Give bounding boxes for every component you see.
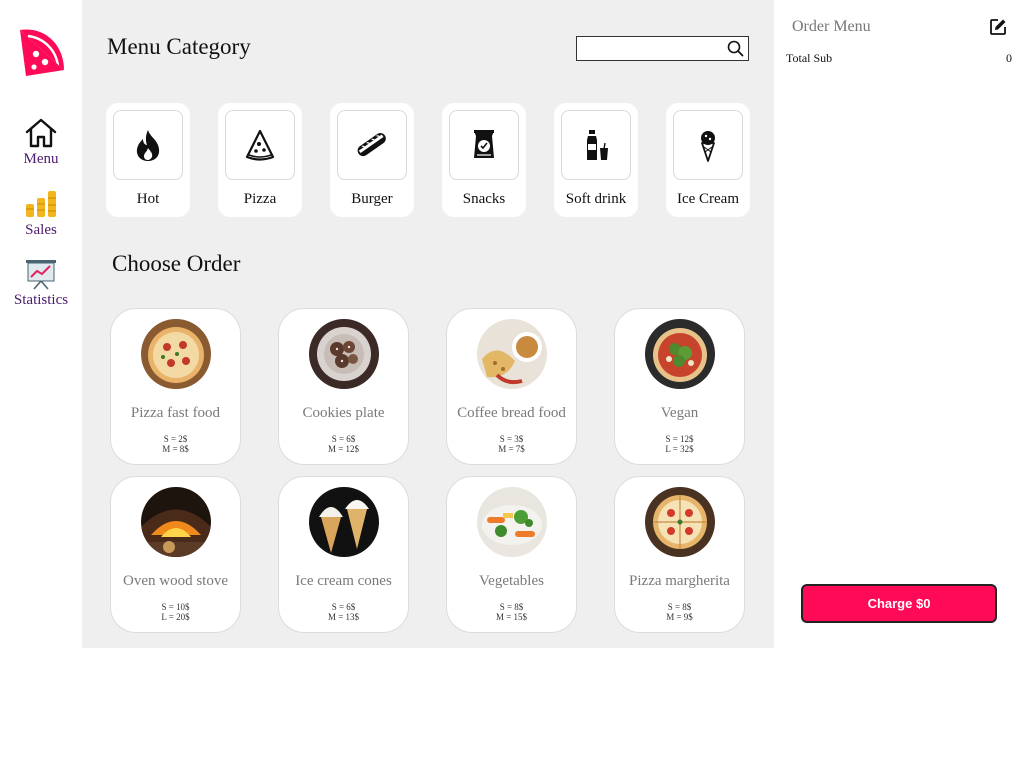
food-card[interactable]: Cookies plate S = 6$ M = 12$: [278, 308, 409, 465]
category-icon-box: [113, 110, 183, 180]
category-pizza[interactable]: Pizza: [218, 103, 302, 217]
flame-icon: [136, 130, 160, 161]
category-ice-cream[interactable]: Ice Cream: [666, 103, 750, 217]
food-name: Oven wood stove: [123, 573, 228, 589]
total-sub-label: Total Sub: [786, 51, 833, 65]
presentation-chart-icon: [24, 258, 58, 290]
food-price: S = 2$ M = 8$: [111, 434, 240, 454]
vegan-pizza-photo: [645, 319, 715, 389]
food-card[interactable]: Vegan S = 12$ L = 32$: [614, 308, 745, 465]
choose-order-title: Choose Order: [112, 251, 241, 276]
main-panel: Menu Category Hot Pizza Burger Snacks So…: [82, 0, 774, 648]
food-price: S = 6$ M = 12$: [279, 434, 408, 454]
category-snacks[interactable]: Snacks: [442, 103, 526, 217]
food-card[interactable]: Oven wood stove S = 10$ L = 20$: [110, 476, 241, 633]
bottle-cup-icon: [587, 130, 608, 160]
food-name: Vegetables: [479, 573, 544, 589]
price-small: S = 12$: [665, 434, 694, 444]
coffee-bread-photo: [477, 319, 547, 389]
category-burger[interactable]: Burger: [330, 103, 414, 217]
nav-item-label: Statistics: [13, 292, 69, 308]
food-name: Pizza fast food: [130, 405, 221, 421]
price-small: S = 6$: [331, 602, 356, 612]
price-large: M = 13$: [327, 612, 360, 622]
price-large: L = 20$: [161, 612, 190, 622]
edit-icon[interactable]: [989, 18, 1007, 36]
food-card[interactable]: Pizza margherita S = 8$ M = 9$: [614, 476, 745, 633]
food-name: Pizza margherita: [629, 573, 730, 589]
price-large: M = 7$: [498, 444, 525, 454]
ice-cream-cones-photo: [309, 487, 379, 557]
category-icon-box: [673, 110, 743, 180]
pizza-slice-icon: [245, 129, 275, 161]
category-icon-box: [337, 110, 407, 180]
category-icon-box: [225, 110, 295, 180]
charge-button[interactable]: Charge $0: [801, 584, 997, 623]
food-card[interactable]: Pizza fast food S = 2$ M = 8$: [110, 308, 241, 465]
total-sub-value: 0: [1006, 51, 1012, 65]
category-label: Snacks: [462, 191, 506, 207]
food-card[interactable]: Coffee bread food S = 3$ M = 7$: [446, 308, 577, 465]
category-hot[interactable]: Hot: [106, 103, 190, 217]
price-large: M = 9$: [666, 612, 693, 622]
ice-cream-cone-icon: [701, 131, 715, 162]
price-large: M = 8$: [162, 444, 189, 454]
nav-item-statistics[interactable]: Statistics: [0, 258, 82, 308]
nav-item-label: Menu: [23, 151, 59, 167]
price-large: M = 12$: [327, 444, 360, 454]
price-large: M = 15$: [495, 612, 528, 622]
search-icon[interactable]: [727, 40, 744, 57]
food-card[interactable]: Ice cream cones S = 6$ M = 13$: [278, 476, 409, 633]
category-icon-box: [561, 110, 631, 180]
nav-item-label: Sales: [25, 222, 57, 238]
category-label: Ice Cream: [676, 191, 740, 207]
search-box: [576, 36, 749, 61]
category-label: Hot: [136, 191, 160, 207]
food-price: S = 3$ M = 7$: [447, 434, 576, 454]
price-small: S = 10$: [161, 602, 190, 612]
food-name: Ice cream cones: [295, 573, 392, 589]
price-small: S = 6$: [331, 434, 356, 444]
food-price: S = 6$ M = 13$: [279, 602, 408, 622]
vegetables-photo: [477, 487, 547, 557]
order-menu-title: Order Menu: [792, 18, 871, 35]
food-price: S = 12$ L = 32$: [615, 434, 744, 454]
order-panel: Order Menu Total Sub 0 Charge $0: [774, 0, 1024, 768]
pizza-margherita-photo: [645, 487, 715, 557]
food-card[interactable]: Vegetables S = 8$ M = 15$: [446, 476, 577, 633]
nav-item-sales[interactable]: Sales: [0, 188, 82, 238]
category-label: Burger: [351, 191, 393, 207]
menu-category-title: Menu Category: [107, 34, 251, 59]
price-small: S = 2$: [163, 434, 188, 444]
price-large: L = 32$: [665, 444, 694, 454]
food-price: S = 10$ L = 20$: [111, 602, 240, 622]
price-small: S = 8$: [499, 602, 524, 612]
category-label: Soft drink: [565, 191, 627, 207]
category-icon-box: [449, 110, 519, 180]
food-price: S = 8$ M = 15$: [447, 602, 576, 622]
chips-bag-icon: [474, 130, 494, 158]
food-name: Vegan: [660, 405, 699, 421]
category-label: Pizza: [243, 191, 277, 207]
search-input[interactable]: [577, 37, 725, 60]
food-name: Coffee bread food: [457, 405, 566, 421]
sidebar: Menu Sales Statistics: [0, 0, 82, 768]
oven-wood-photo: [141, 487, 211, 557]
category-soft-drink[interactable]: Soft drink: [554, 103, 638, 217]
food-name: Cookies plate: [302, 405, 385, 421]
coins-chart-icon: [24, 188, 58, 220]
price-small: S = 3$: [499, 434, 524, 444]
food-price: S = 8$ M = 9$: [615, 602, 744, 622]
price-small: S = 8$: [667, 602, 692, 612]
cookies-photo: [309, 319, 379, 389]
pizza-logo-icon: [14, 24, 68, 78]
nav-item-menu[interactable]: Menu: [0, 117, 82, 167]
pizza-photo: [141, 319, 211, 389]
home-icon: [24, 117, 58, 149]
sandwich-icon: [357, 133, 386, 157]
